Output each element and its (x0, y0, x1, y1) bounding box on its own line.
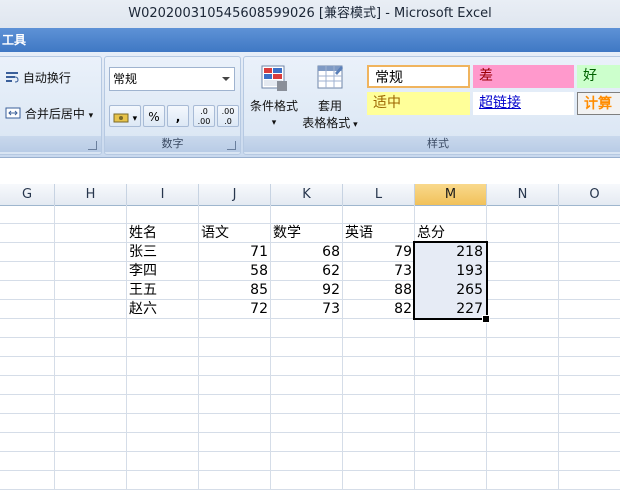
cell-chinese[interactable]: 72 (199, 300, 270, 318)
cell-math[interactable]: 92 (271, 281, 342, 299)
number-dialog-launcher-icon[interactable] (227, 141, 236, 150)
header-chinese[interactable]: 语文 (201, 224, 269, 242)
gridline (0, 451, 620, 452)
cell-math[interactable]: 68 (271, 243, 342, 261)
column-header-k[interactable]: K (271, 184, 343, 205)
tab-tools[interactable]: 工具 (0, 28, 26, 52)
number-format-value: 常规 (113, 72, 138, 86)
header-total[interactable]: 总分 (417, 224, 485, 242)
window-title: W020200310545608599026 [兼容模式] - Microsof… (128, 6, 492, 21)
table-format-label-1: 套用 (317, 99, 342, 113)
cell-name[interactable]: 李四 (129, 262, 197, 280)
column-header-n[interactable]: N (487, 184, 559, 205)
cell-math[interactable]: 62 (271, 262, 342, 280)
conditional-format-button[interactable]: 条件格式 ▾ (246, 63, 302, 132)
style-hyperlink[interactable]: 超链接 (473, 92, 574, 115)
cell-name[interactable]: 张三 (129, 243, 197, 261)
style-normal[interactable]: 常规 (367, 65, 470, 88)
ribbon: 自动换行 合并后居中 ▾ 常规 ▾ % , .0 .00 .00 .0 数字 条… (0, 52, 620, 158)
gridline (0, 337, 620, 338)
increase-decimal-label: .0 .00 (197, 107, 211, 126)
header-english[interactable]: 英语 (345, 224, 413, 242)
format-as-table-button[interactable]: 套用 表格格式 ▾ (300, 63, 360, 134)
gridline (0, 318, 620, 319)
style-bad[interactable]: 差 (473, 65, 574, 88)
cell-math[interactable]: 73 (271, 300, 342, 318)
selection-border (413, 241, 488, 320)
column-header-i[interactable]: I (127, 184, 199, 205)
chevron-down-icon (222, 77, 230, 81)
percent-button[interactable]: % (143, 105, 165, 127)
cell-chinese[interactable]: 85 (199, 281, 270, 299)
gridline (0, 394, 620, 395)
table-format-icon (300, 63, 360, 98)
style-calculation[interactable]: 计算 (577, 92, 620, 115)
alignment-dialog-launcher-icon[interactable] (88, 141, 97, 150)
column-header-m[interactable]: M (415, 184, 487, 205)
column-headers: G H I J K L M N O (0, 184, 620, 206)
increase-decimal-button[interactable]: .0 .00 (193, 105, 215, 127)
gridline (126, 205, 127, 490)
alignment-group: 自动换行 合并后居中 ▾ (0, 56, 102, 155)
header-name[interactable]: 姓名 (129, 224, 197, 242)
gridline (558, 205, 559, 490)
merge-center-label: 合并后居中 (24, 107, 85, 121)
alignment-group-label (0, 136, 101, 152)
window-title-bar: W020200310545608599026 [兼容模式] - Microsof… (0, 0, 620, 28)
gridline (0, 432, 620, 433)
wrap-text-label: 自动换行 (22, 71, 71, 85)
gridline (0, 470, 620, 471)
currency-format-button[interactable]: ▾ (109, 105, 141, 127)
comma-style-button[interactable]: , (167, 105, 189, 127)
column-header-h[interactable]: H (55, 184, 127, 205)
cell-name[interactable]: 王五 (129, 281, 197, 299)
ribbon-tab-bar: 工具 (0, 28, 620, 53)
cell-english[interactable]: 79 (343, 243, 414, 261)
styles-group: 条件格式 ▾ 套用 表格格式 ▾ 常规 差 好 适中 超链接 计算 样式 (243, 56, 620, 155)
number-group-label: 数字 (105, 136, 240, 152)
number-group: 常规 ▾ % , .0 .00 .00 .0 数字 (104, 56, 241, 155)
decrease-decimal-button[interactable]: .00 .0 (217, 105, 239, 127)
merge-center-button[interactable]: 合并后居中 ▾ (5, 105, 93, 123)
style-good[interactable]: 好 (577, 65, 620, 88)
cell-chinese[interactable]: 71 (199, 243, 270, 261)
decrease-decimal-label: .00 .0 (221, 107, 235, 126)
column-header-g[interactable]: G (0, 184, 55, 205)
formula-bar-area (0, 158, 620, 185)
header-math[interactable]: 数学 (273, 224, 341, 242)
conditional-format-dropdown-icon: ▾ (271, 118, 277, 128)
column-header-l[interactable]: L (343, 184, 415, 205)
gridline (0, 356, 620, 357)
column-header-o[interactable]: O (559, 184, 620, 205)
conditional-format-icon (246, 63, 302, 98)
table-format-label-2: 表格格式 ▾ (302, 116, 358, 130)
cell-name[interactable]: 赵六 (129, 300, 197, 318)
cell-english[interactable]: 73 (343, 262, 414, 280)
column-header-j[interactable]: J (199, 184, 271, 205)
styles-group-label: 样式 (244, 136, 620, 152)
merge-dropdown-icon[interactable]: ▾ (89, 111, 94, 121)
cell-english[interactable]: 82 (343, 300, 414, 318)
gridline (0, 375, 620, 376)
conditional-format-label: 条件格式 (249, 99, 298, 113)
style-neutral[interactable]: 适中 (367, 92, 470, 115)
merge-center-icon (5, 106, 21, 123)
worksheet-grid[interactable]: 姓名 语文 数学 英语 总分 张三 71 68 79 218 李四 58 62 … (0, 205, 620, 490)
currency-icon (113, 110, 133, 124)
number-format-select[interactable]: 常规 (109, 67, 235, 91)
fill-handle[interactable] (482, 315, 490, 323)
gridline (54, 205, 55, 490)
cell-english[interactable]: 88 (343, 281, 414, 299)
cell-chinese[interactable]: 58 (199, 262, 270, 280)
wrap-text-button[interactable]: 自动换行 (5, 69, 71, 87)
wrap-text-icon (5, 70, 19, 87)
gridline (0, 413, 620, 414)
